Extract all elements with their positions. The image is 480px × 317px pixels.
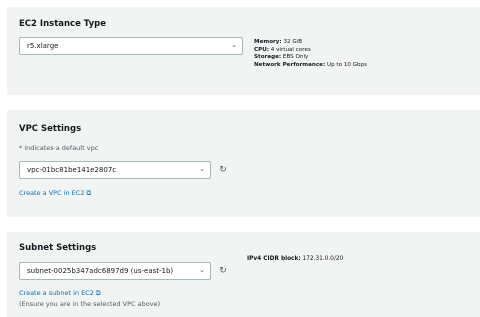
vpc-value: vpc-01bc81be141e2807c xyxy=(27,166,117,174)
create-vpc-link[interactable]: Create a VPC in EC2 ⧉ xyxy=(19,189,91,198)
external-link-icon: ⧉ xyxy=(95,289,101,297)
create-vpc-link-label[interactable]: Create a VPC in EC2 xyxy=(19,189,84,197)
cidr-label: IPv4 CIDR block: xyxy=(247,256,301,262)
instance-type-title: EC2 Instance Type xyxy=(19,19,106,29)
instance-specs: Memory: 32 GiB CPU: 4 virtual cores Stor… xyxy=(254,39,367,69)
subnet-hint: (Ensure you are in the selected VPC abov… xyxy=(19,300,161,308)
instance-type-select[interactable]: r5.xlarge ⌄ xyxy=(19,37,243,55)
spec-network: Network Performance: Up to 10 Gbps xyxy=(254,61,368,68)
spec-storage: Storage: EBS Only xyxy=(254,54,309,61)
chevron-down-icon: ⌄ xyxy=(199,266,205,274)
instance-type-value: r5.xlarge xyxy=(27,42,59,50)
refresh-icon[interactable]: ↻ xyxy=(217,164,229,176)
spec-cpu: CPU: 4 virtual cores xyxy=(254,46,311,53)
subnet-title: Subnet Settings xyxy=(19,243,97,253)
vpc-select[interactable]: vpc-01bc81be141e2807c ⌄ xyxy=(19,161,211,179)
subnet-panel: Subnet Settings subnet-0025b347adc6897d9… xyxy=(7,232,480,317)
vpc-panel: VPC Settings * indicates a default vpc v… xyxy=(7,110,480,217)
cidr-value: 172.31.0.0/20 xyxy=(302,256,344,262)
refresh-icon[interactable]: ↻ xyxy=(217,265,229,277)
create-subnet-link-label[interactable]: Create a subnet in EC2 xyxy=(19,289,94,297)
vpc-title: VPC Settings xyxy=(19,124,82,134)
chevron-down-icon: ⌄ xyxy=(231,41,237,49)
ipv4-cidr: IPv4 CIDR block: 172.31.0.0/20 xyxy=(247,256,343,262)
instance-type-panel: EC2 Instance Type r5.xlarge ⌄ Memory: 32… xyxy=(7,7,480,95)
subnet-select[interactable]: subnet-0025b347adc6897d9 (us-east-1b) ⌄ xyxy=(19,262,211,280)
create-subnet-link[interactable]: Create a subnet in EC2 ⧉ xyxy=(19,289,101,298)
chevron-down-icon: ⌄ xyxy=(199,165,205,173)
spec-memory: Memory: 32 GiB xyxy=(254,39,303,45)
external-link-icon: ⧉ xyxy=(86,189,92,197)
default-vpc-note: * indicates a default vpc xyxy=(19,144,99,152)
subnet-value: subnet-0025b347adc6897d9 (us-east-1b) xyxy=(27,267,174,275)
